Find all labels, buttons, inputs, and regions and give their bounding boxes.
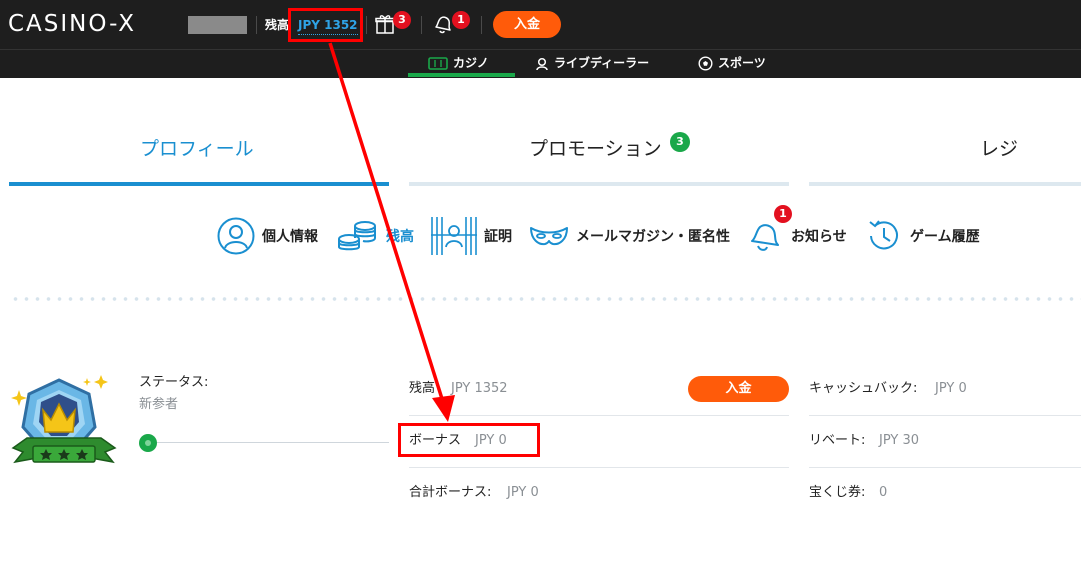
subnav-verification[interactable]: 証明 [431,217,512,255]
nav-item-label: スポーツ [718,56,766,70]
casino-logo[interactable]: CASINO-X [8,10,136,38]
dealer-icon [536,57,548,70]
bell-icon[interactable] [432,13,454,35]
user-icon [217,217,255,255]
row-divider [809,467,1081,468]
bell-icon [751,224,779,251]
annotation-arrow [328,42,455,422]
tab-promotions[interactable]: プロモーション [529,134,662,164]
status-label: ステータス: [139,375,209,390]
mask-icon [530,227,568,246]
subnav-label: 残高 [386,229,414,245]
tab-profile[interactable]: プロフィール [140,134,254,164]
soccer-ball-icon [698,56,713,71]
balance-highlight-box [288,8,363,42]
balance-label: 残高 [265,18,290,32]
nav-active-indicator [408,73,515,77]
details-cashback-label: キャッシュバック: [809,381,918,396]
nav-item-label: ライブディーラー [554,56,650,70]
details-cashback-value: JPY 0 [935,381,967,396]
subnav-balance[interactable]: 残高 [337,220,414,252]
details-total-bonus-label: 合計ボーナス: [409,485,492,500]
slot-machine-icon [428,57,448,70]
dotted-divider [10,297,1081,301]
row-divider [409,415,789,416]
subnav-newsletter[interactable]: メールマガジン・匿名性 [529,220,730,252]
nav-item-sports[interactable]: スポーツ [698,49,766,78]
subnav-game-history[interactable]: ゲーム履歴 [865,220,980,252]
notifications-count-badge: 1 [452,11,470,29]
id-scan-icon [431,217,477,255]
gifts-count-badge: 3 [393,11,411,29]
notifications-badge: 1 [774,205,792,223]
subnav-label: ゲーム履歴 [910,229,980,245]
status-value: 新参者 [139,397,179,412]
tab-cashier[interactable]: レジ [980,134,1018,164]
username-redacted[interactable] [188,16,247,34]
progress-track [148,442,389,443]
details-balance-value: JPY 1352 [451,381,508,396]
row-divider [409,467,789,468]
deposit-button-secondary[interactable]: 入金 [688,376,789,402]
deposit-button[interactable]: 入金 [493,11,561,38]
subnav-label: 個人情報 [262,229,318,245]
divider [366,16,367,34]
tab-promotions-underline [409,182,789,186]
subnav-label: 証明 [484,229,512,245]
details-balance-label: 残高 [409,381,436,396]
promotions-badge: 3 [670,132,690,152]
subnav-notifications[interactable]: お知らせ [748,220,847,252]
coins-icon [338,221,376,251]
bonus-highlight-box [398,423,540,457]
divider [421,16,422,34]
history-icon [869,220,898,250]
details-total-bonus-value: JPY 0 [507,485,539,500]
subnav-personal-info[interactable]: 個人情報 [217,217,318,255]
details-lottery-label: 宝くじ券: [809,485,866,500]
subnav-label: お知らせ [791,229,847,245]
details-rebate-label: リベート: [809,433,866,448]
tab-profile-underline [9,182,389,186]
row-divider [809,415,1081,416]
nav-item-live-dealer[interactable]: ライブディーラー [535,49,649,78]
divider [481,16,482,34]
divider [256,16,257,34]
details-lottery-value: 0 [879,485,888,500]
progress-marker [139,434,157,452]
status-level-emblem [9,372,119,480]
details-rebate-value: JPY 30 [879,433,920,448]
subnav-label: メールマガジン・匿名性 [576,229,730,245]
tab-cashier-underline [809,182,1081,186]
